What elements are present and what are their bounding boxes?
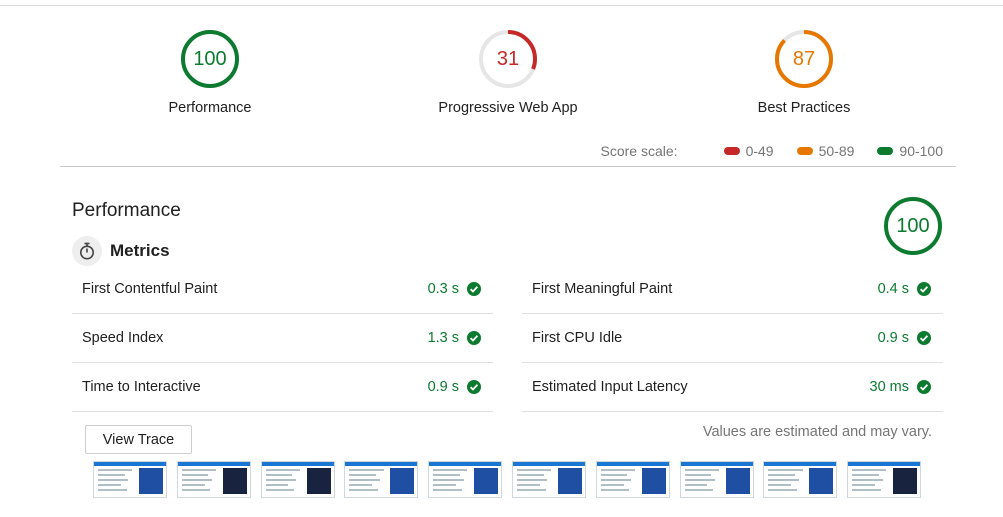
category-gauges: 100 Performance 31 Progressive Web App 8… bbox=[60, 28, 956, 128]
metric-estimated-input-latency: Estimated Input Latency 30 ms bbox=[522, 363, 943, 412]
metric-value: 30 ms bbox=[869, 379, 910, 395]
gauge-pwa[interactable]: 31 Progressive Web App bbox=[408, 28, 608, 116]
filmstrip-frame bbox=[260, 461, 335, 498]
filmstrip-frame bbox=[595, 461, 670, 498]
filmstrip-frame bbox=[847, 461, 922, 498]
filmstrip bbox=[93, 461, 933, 499]
metrics-title: Metrics bbox=[110, 241, 170, 260]
metric-value: 1.3 s bbox=[427, 330, 459, 346]
estimate-note: Values are estimated and may vary. bbox=[702, 424, 932, 440]
filmstrip-frame bbox=[512, 461, 586, 498]
green-pill-icon bbox=[877, 147, 894, 155]
view-trace-button[interactable]: View Trace bbox=[85, 425, 192, 454]
red-pill-icon bbox=[723, 147, 740, 155]
gauge-score: 100 bbox=[193, 48, 227, 70]
metrics-column-right: First Meaningful Paint 0.4 s First CPU I… bbox=[522, 265, 943, 412]
top-divider bbox=[0, 5, 1003, 6]
check-circle-icon bbox=[467, 331, 481, 345]
metric-value: 0.9 s bbox=[877, 330, 909, 346]
metric-first-contentful-paint: First Contentful Paint 0.3 s bbox=[72, 265, 493, 314]
check-circle-icon bbox=[467, 282, 481, 296]
gauge-label: Performance bbox=[168, 100, 252, 116]
scale-range: 90-100 bbox=[899, 143, 943, 159]
scale-item-pass: 90-100 bbox=[877, 143, 943, 159]
metric-name: First Contentful Paint bbox=[82, 281, 218, 297]
section-divider bbox=[60, 166, 956, 167]
filmstrip-frame bbox=[344, 461, 419, 498]
metric-value: 0.4 s bbox=[877, 281, 909, 297]
metric-first-cpu-idle: First CPU Idle 0.9 s bbox=[522, 314, 943, 363]
filmstrip-frame bbox=[93, 461, 167, 498]
metric-name: First CPU Idle bbox=[532, 330, 623, 346]
filmstrip-frame bbox=[428, 461, 503, 498]
gauge-label: Best Practices bbox=[757, 100, 851, 116]
category-score-gauge: 100 bbox=[883, 196, 943, 256]
metric-first-meaningful-paint: First Meaningful Paint 0.4 s bbox=[522, 265, 943, 314]
gauge-performance[interactable]: 100 Performance bbox=[110, 28, 310, 116]
metric-name: Speed Index bbox=[82, 330, 164, 346]
category-title: Performance bbox=[72, 200, 181, 221]
metric-value: 0.9 s bbox=[427, 379, 459, 395]
scale-range: 50-89 bbox=[818, 143, 855, 159]
category-score: 100 bbox=[896, 215, 930, 237]
check-circle-icon bbox=[917, 380, 931, 394]
score-scale: Score scale: 0-49 50-89 90-100 bbox=[601, 143, 943, 159]
filmstrip-frame bbox=[176, 461, 251, 498]
metric-value: 0.3 s bbox=[427, 281, 459, 297]
orange-pill-icon bbox=[796, 147, 813, 155]
filmstrip-frame bbox=[763, 461, 838, 498]
stopwatch-icon bbox=[72, 236, 102, 266]
metric-name: Estimated Input Latency bbox=[532, 379, 688, 395]
scale-range: 0-49 bbox=[745, 143, 774, 159]
metrics-header: Metrics bbox=[72, 236, 170, 266]
scale-item-fail: 0-49 bbox=[723, 143, 774, 159]
filmstrip-frame bbox=[679, 461, 754, 498]
gauge-label: Progressive Web App bbox=[438, 100, 578, 116]
metric-speed-index: Speed Index 1.3 s bbox=[72, 314, 493, 363]
scale-item-average: 50-89 bbox=[796, 143, 855, 159]
check-circle-icon bbox=[917, 282, 931, 296]
metric-name: Time to Interactive bbox=[82, 379, 201, 395]
gauge-best-practices[interactable]: 87 Best Practices bbox=[704, 28, 904, 116]
check-circle-icon bbox=[917, 331, 931, 345]
metric-time-to-interactive: Time to Interactive 0.9 s bbox=[72, 363, 493, 412]
score-scale-title: Score scale: bbox=[600, 143, 678, 159]
check-circle-icon bbox=[467, 380, 481, 394]
metric-name: First Meaningful Paint bbox=[532, 281, 673, 297]
metrics-column-left: First Contentful Paint 0.3 s Speed Index… bbox=[72, 265, 493, 412]
gauge-score: 31 bbox=[496, 48, 520, 70]
gauge-score: 87 bbox=[792, 48, 816, 70]
